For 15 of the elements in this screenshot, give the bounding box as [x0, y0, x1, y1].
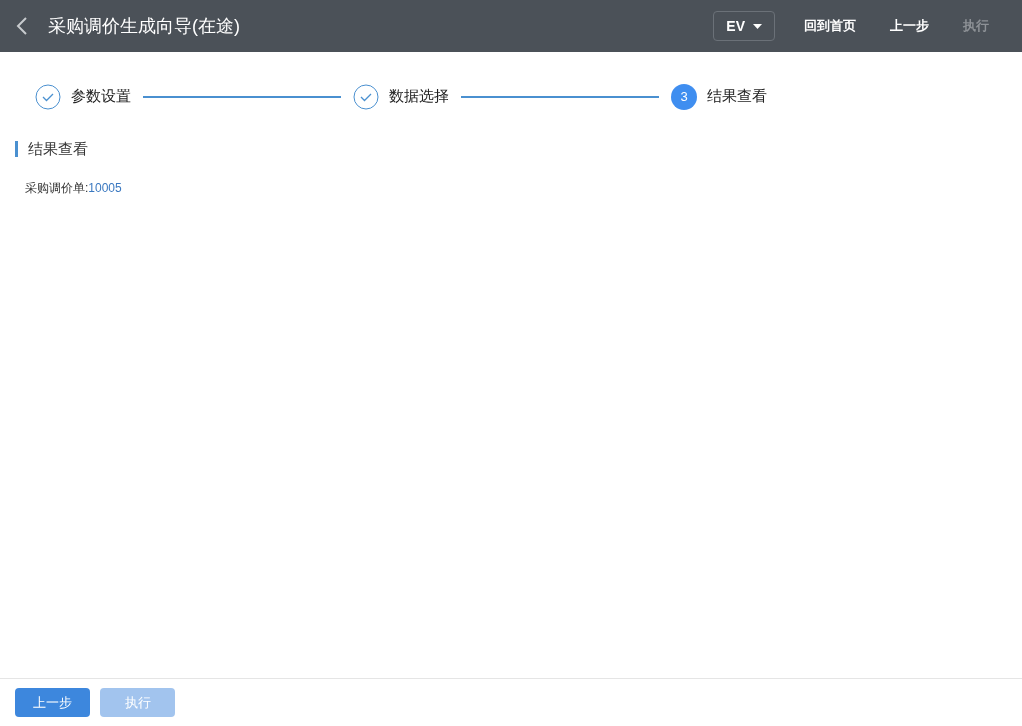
dropdown-button[interactable]: EV: [713, 11, 775, 41]
step-number: 3: [671, 83, 697, 110]
footer-button[interactable]: 上一步: [15, 688, 90, 717]
header-action[interactable]: 回到首页: [792, 16, 868, 36]
step-label: 参数设置: [71, 86, 131, 107]
step-label: 数据选择: [389, 86, 449, 107]
section-title: 结果查看: [28, 139, 88, 159]
header-action[interactable]: 上一步: [878, 16, 941, 36]
window-title: 采购调价生成向导(在途): [48, 14, 240, 38]
back-icon[interactable]: [16, 16, 28, 36]
field-label: 采购调价单:: [25, 180, 89, 195]
caret-icon: [753, 23, 762, 29]
step-label: 结果查看: [707, 86, 767, 107]
field-value: 10005: [88, 180, 122, 195]
section-marker: [15, 141, 18, 158]
